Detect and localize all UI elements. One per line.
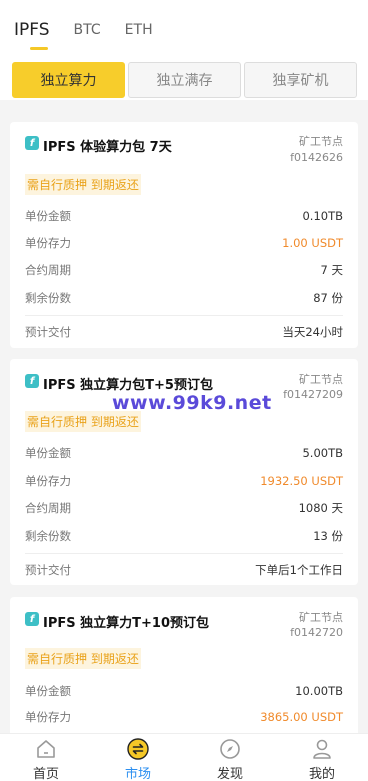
product-card[interactable]: f IPFS 独立算力T+10预订包 矿工节点 f0142720 需自行质押 到… — [10, 597, 358, 733]
row-unit-amount: 单份金额 5.00TB — [25, 443, 343, 463]
row-label: 剩余份数 — [25, 291, 71, 305]
row-value: 10.00TB — [295, 684, 343, 698]
pledge-tag: 需自行质押 到期返还 — [25, 411, 141, 432]
bottom-nav: 首页 市场 发现 我的 — [0, 733, 368, 781]
row-contract-period: 合约周期 7 天 — [25, 260, 343, 280]
watermark-text: www.99k9.net — [112, 392, 272, 414]
row-unit-price: 单份存力 1932.50 USDT — [25, 471, 343, 491]
row-value: 5.00TB — [302, 446, 343, 460]
row-label: 预计交付 — [25, 325, 71, 339]
product-title: IPFS 体验算力包 7天 — [43, 140, 172, 155]
filecoin-icon: f — [25, 612, 39, 626]
pledge-tag: 需自行质押 到期返还 — [25, 174, 141, 195]
miner-node-label: 矿工节点 — [299, 611, 343, 624]
row-label: 剩余份数 — [25, 529, 71, 543]
tab-btc[interactable]: BTC — [74, 20, 101, 40]
segment-dedicated-full-storage[interactable]: 独立满存 — [128, 62, 241, 98]
row-unit-price: 单份存力 1.00 USDT — [25, 233, 343, 253]
segment-dedicated-compute[interactable]: 独立算力 — [12, 62, 125, 98]
row-delivery: 预计交付 当天24小时 — [25, 322, 343, 342]
row-value: 7 天 — [320, 263, 343, 277]
row-label: 单份存力 — [25, 474, 71, 488]
row-label: 单份金额 — [25, 209, 71, 223]
filecoin-icon: f — [25, 374, 39, 388]
row-value: 0.10TB — [302, 209, 343, 223]
miner-node-label: 矿工节点 — [299, 135, 343, 148]
nav-label: 我的 — [308, 767, 335, 781]
row-value: 13 份 — [313, 529, 343, 543]
row-label: 单份存力 — [25, 710, 71, 724]
row-remaining: 剩余份数 13 份 — [25, 526, 343, 546]
row-value: 下单后1个工作日 — [255, 563, 343, 577]
row-value: 当天24小时 — [282, 325, 343, 339]
row-label: 单份金额 — [25, 684, 71, 698]
coin-tabs: IPFS BTC ETH — [14, 20, 177, 50]
row-remaining: 剩余份数 87 份 — [25, 288, 343, 308]
product-title: IPFS 独立算力包T+5预订包 — [43, 378, 213, 393]
nav-discover[interactable]: 发现 — [184, 734, 276, 781]
row-contract-period: 合约周期 1080 天 — [25, 498, 343, 518]
top-bar: IPFS BTC ETH 独立算力 独立满存 独享矿机 — [0, 0, 368, 100]
row-label: 单份存力 — [25, 236, 71, 250]
product-title: IPFS 独立算力T+10预订包 — [43, 616, 209, 631]
segment-exclusive-miner[interactable]: 独享矿机 — [244, 62, 357, 98]
row-label: 合约周期 — [25, 263, 71, 277]
market-exchange-icon — [127, 738, 149, 760]
home-icon — [35, 738, 57, 760]
row-unit-price: 单份存力 3865.00 USDT — [25, 707, 343, 727]
divider — [25, 315, 343, 316]
pledge-tag: 需自行质押 到期返还 — [25, 648, 141, 669]
miner-node-label: 矿工节点 — [299, 373, 343, 386]
row-unit-amount: 单份金额 0.10TB — [25, 206, 343, 226]
nav-market[interactable]: 市场 — [92, 734, 184, 781]
divider — [25, 553, 343, 554]
product-list[interactable]: f IPFS 体验算力包 7天 矿工节点 f0142626 需自行质押 到期返还… — [0, 100, 368, 733]
tab-eth[interactable]: ETH — [125, 20, 153, 40]
row-label: 合约周期 — [25, 501, 71, 515]
row-value: 1932.50 USDT — [260, 474, 343, 488]
row-label: 预计交付 — [25, 563, 71, 577]
filecoin-icon: f — [25, 136, 39, 150]
tab-ipfs[interactable]: IPFS — [14, 20, 50, 50]
miner-node-id: f0142626 — [290, 151, 343, 164]
row-value: 3865.00 USDT — [260, 710, 343, 724]
user-icon — [311, 738, 333, 760]
miner-node-id: f0142720 — [290, 626, 343, 639]
compass-icon — [219, 738, 241, 760]
row-unit-amount: 单份金额 10.00TB — [25, 681, 343, 701]
nav-label: 发现 — [216, 767, 243, 781]
nav-label: 首页 — [32, 767, 59, 781]
miner-node-id: f01427209 — [283, 388, 343, 401]
nav-label: 市场 — [124, 767, 151, 781]
row-delivery: 预计交付 下单后1个工作日 — [25, 560, 343, 580]
nav-home[interactable]: 首页 — [0, 734, 92, 781]
row-value: 1.00 USDT — [282, 236, 343, 250]
row-value: 87 份 — [313, 291, 343, 305]
product-card[interactable]: f IPFS 体验算力包 7天 矿工节点 f0142626 需自行质押 到期返还… — [10, 122, 358, 348]
nav-profile[interactable]: 我的 — [276, 734, 368, 781]
row-value: 1080 天 — [298, 501, 343, 515]
row-label: 单份金额 — [25, 446, 71, 460]
